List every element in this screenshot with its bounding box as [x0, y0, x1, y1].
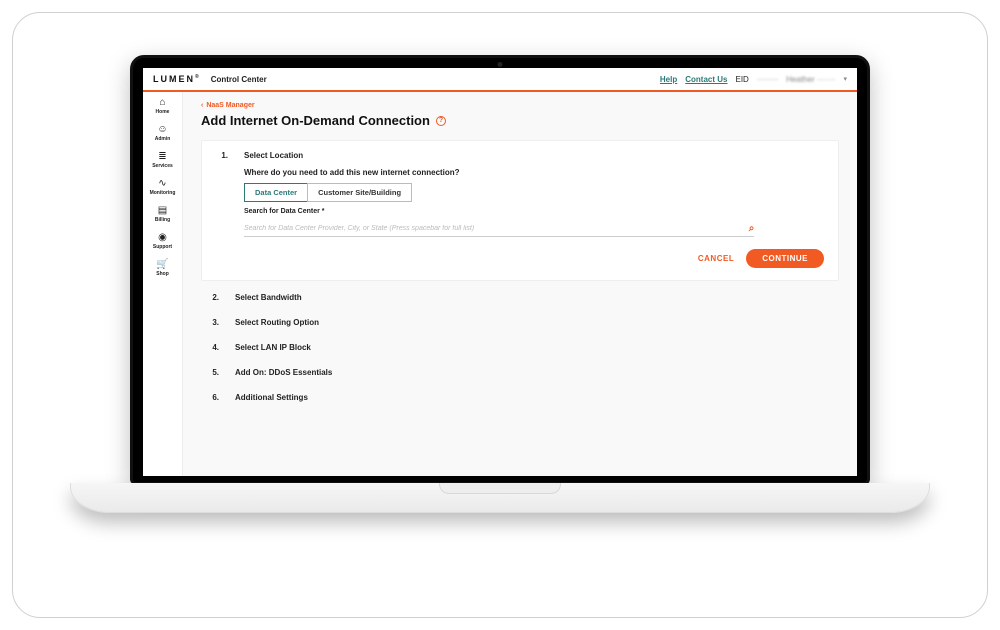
chevron-down-icon[interactable]: ▾: [843, 75, 847, 83]
step-row-5[interactable]: 5. Add On: DDoS Essentials: [201, 364, 839, 381]
eid-label: EID: [735, 75, 748, 84]
sidebar-item-admin[interactable]: ☺Admin: [143, 123, 182, 144]
chevron-left-icon: ‹: [201, 102, 203, 109]
step-number: 5.: [207, 368, 219, 377]
step-label: Additional Settings: [235, 393, 308, 402]
step-row-3[interactable]: 3. Select Routing Option: [201, 314, 839, 331]
top-bar-right: Help Contact Us EID ········ Heather ···…: [660, 75, 847, 84]
step-label: Select Bandwidth: [235, 293, 302, 302]
step-1-body: Where do you need to add this new intern…: [216, 168, 824, 268]
laptop-mockup: LUMEN® Control Center Help Contact Us EI…: [90, 55, 910, 575]
sidebar-item-support-label: Support: [153, 244, 172, 250]
sidebar-item-billing[interactable]: ▤Billing: [143, 204, 182, 225]
location-type-tabs: Data Center Customer Site/Building: [244, 183, 824, 202]
breadcrumb[interactable]: ‹ NaaS Manager: [201, 102, 839, 109]
help-link[interactable]: Help: [660, 75, 677, 84]
step-number: 6.: [207, 393, 219, 402]
sidebar-item-support[interactable]: ◉Support: [143, 231, 182, 252]
sidebar-item-billing-label: Billing: [155, 217, 170, 223]
sidebar-item-admin-icon: ☺: [157, 125, 167, 135]
step-number: 4.: [207, 343, 219, 352]
sidebar-item-services[interactable]: ≣Services: [143, 150, 182, 171]
sidebar-item-home[interactable]: ⌂Home: [143, 96, 182, 117]
step-number: 3.: [207, 318, 219, 327]
step-number: 1.: [216, 151, 228, 160]
step-label: Select Location: [244, 151, 303, 160]
sidebar-item-services-label: Services: [152, 163, 173, 169]
username[interactable]: Heather ·······: [786, 75, 835, 84]
continue-button[interactable]: CONTINUE: [746, 249, 824, 268]
sidebar-item-shop-label: Shop: [156, 271, 169, 277]
breadcrumb-label: NaaS Manager: [206, 102, 254, 109]
step-1-card: 1. Select Location Where do you need to …: [201, 140, 839, 281]
search-label: Search for Data Center *: [244, 208, 824, 215]
app-name: Control Center: [211, 75, 267, 84]
content-area: ‹ NaaS Manager Add Internet On-Demand Co…: [183, 92, 857, 476]
brand-text: LUMEN: [153, 74, 195, 84]
sidebar: ⌂Home ☺Admin ≣Services ∿Monitoring ▤Billing ◉…: [143, 92, 183, 476]
sidebar-item-home-label: Home: [156, 109, 170, 115]
step-number: 2.: [207, 293, 219, 302]
sidebar-item-shop-icon: 🛒: [156, 260, 168, 270]
sidebar-item-admin-label: Admin: [155, 136, 171, 142]
step-label: Select LAN IP Block: [235, 343, 311, 352]
sidebar-item-monitoring-label: Monitoring: [150, 190, 176, 196]
laptop-lid: LUMEN® Control Center Help Contact Us EI…: [130, 55, 870, 485]
tab-data-center[interactable]: Data Center: [244, 183, 307, 202]
brand-logo: LUMEN®: [153, 74, 201, 84]
sidebar-item-services-icon: ≣: [158, 152, 166, 162]
tab-customer-site[interactable]: Customer Site/Building: [307, 183, 412, 202]
sidebar-item-support-icon: ◉: [158, 233, 167, 243]
data-center-search: ⌕: [244, 221, 754, 237]
help-icon[interactable]: ?: [436, 116, 446, 126]
laptop-base: [70, 483, 930, 513]
device-mockup-frame: LUMEN® Control Center Help Contact Us EI…: [12, 12, 988, 618]
step-list: 1. Select Location Where do you need to …: [201, 140, 839, 406]
sidebar-item-billing-icon: ▤: [158, 206, 167, 216]
page-title-text: Add Internet On-Demand Connection: [201, 113, 430, 128]
step-label: Add On: DDoS Essentials: [235, 368, 332, 377]
contact-link[interactable]: Contact Us: [685, 75, 727, 84]
cancel-button[interactable]: CANCEL: [698, 249, 734, 268]
step-1-actions: CANCEL CONTINUE: [244, 249, 824, 268]
step-row-2[interactable]: 2. Select Bandwidth: [201, 289, 839, 306]
sidebar-item-shop[interactable]: 🛒Shop: [143, 258, 182, 279]
step-label: Select Routing Option: [235, 318, 319, 327]
main-layout: ⌂Home ☺Admin ≣Services ∿Monitoring ▤Billing ◉…: [143, 92, 857, 476]
app-screen: LUMEN® Control Center Help Contact Us EI…: [143, 68, 857, 476]
sidebar-item-monitoring[interactable]: ∿Monitoring: [143, 177, 182, 198]
sidebar-item-monitoring-icon: ∿: [158, 179, 166, 189]
page-title: Add Internet On-Demand Connection ?: [201, 113, 839, 128]
location-question: Where do you need to add this new intern…: [244, 168, 824, 177]
data-center-search-input[interactable]: [244, 225, 743, 232]
sidebar-item-home-icon: ⌂: [159, 98, 165, 108]
search-icon[interactable]: ⌕: [749, 223, 755, 234]
eid-value: ········: [757, 75, 778, 84]
step-row-4[interactable]: 4. Select LAN IP Block: [201, 339, 839, 356]
top-bar: LUMEN® Control Center Help Contact Us EI…: [143, 68, 857, 92]
step-row-6[interactable]: 6. Additional Settings: [201, 389, 839, 406]
